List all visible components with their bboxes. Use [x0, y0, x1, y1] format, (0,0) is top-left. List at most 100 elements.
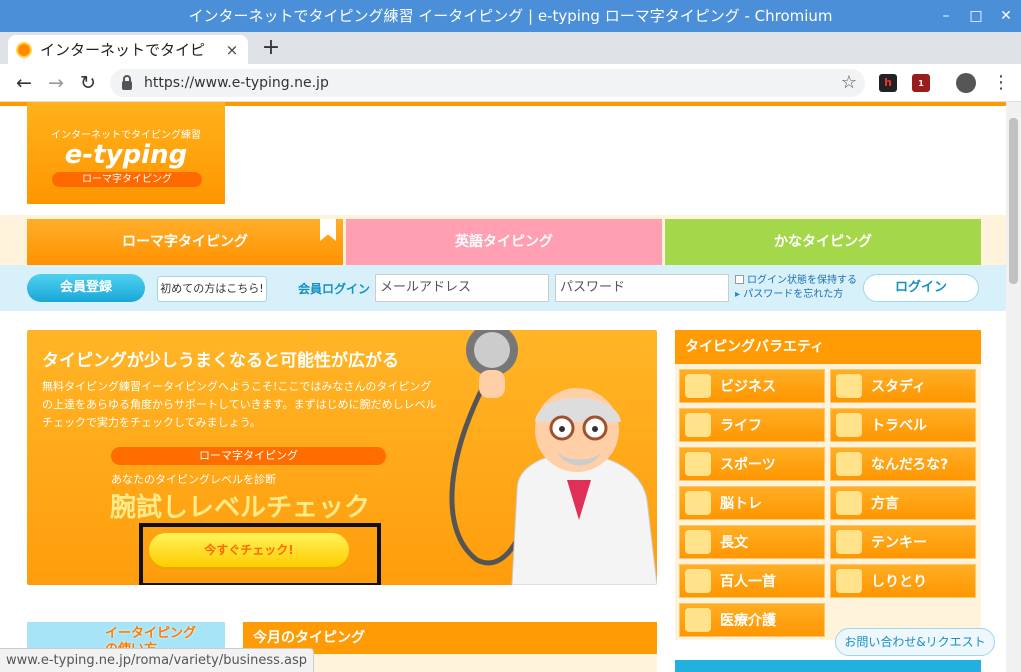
heart-icon [685, 413, 711, 437]
howto-line1: イータイピング [105, 626, 197, 641]
arrow-icon: ▸ [735, 289, 744, 300]
first-time-link[interactable]: 初めての方はこちら! [157, 276, 267, 302]
variety-item-shiritori[interactable]: しりとり [830, 564, 976, 598]
hero-check-title: 腕試しレベルチェック [110, 493, 371, 523]
lock-icon [122, 74, 132, 90]
favicon-icon [16, 41, 32, 58]
address-bar[interactable]: https://www.e-typing.ne.jp ☆ [110, 69, 865, 97]
keep-login-label: ログイン状態を保持する [747, 275, 857, 286]
new-tab-button[interactable]: + [258, 35, 284, 61]
tab-strip: インターネットでタイピ × + [0, 32, 1021, 64]
checkbox-icon [735, 275, 744, 284]
tab-english[interactable]: 英語タイピング [346, 219, 662, 265]
variety-item-long-text[interactable]: 長文 [679, 525, 825, 559]
doctor-illustration [449, 330, 657, 585]
close-window-icon[interactable]: ✕ [991, 0, 1021, 32]
back-button[interactable]: ← [10, 69, 38, 97]
account-icon[interactable] [956, 73, 976, 93]
logo-badge: ローマ字タイピング [52, 172, 202, 187]
variety-item-medical[interactable]: 医療介護 [679, 603, 825, 637]
web-page: インターネットでタイピング練習 e-typing ローマ字タイピング ローマ字タ… [0, 102, 1006, 672]
variety-item-label: なんだろな? [871, 457, 949, 473]
site-logo[interactable]: インターネットでタイピング練習 e-typing ローマ字タイピング [27, 102, 225, 204]
logo-subtitle: インターネットでタイピング練習 [51, 130, 201, 141]
tab-kana[interactable]: かなタイピング [665, 219, 981, 265]
japan-map-icon [836, 491, 862, 515]
window-title-bar: インターネットでタイピング練習 イータイピング | e-typing ローマ字タ… [0, 0, 1021, 32]
variety-title: タイピングバラエティ [675, 330, 981, 364]
airplane-icon [836, 413, 862, 437]
variety-item-business[interactable]: ビジネス [679, 369, 825, 403]
variety-item-label: 方言 [871, 496, 899, 512]
variety-item-label: 医療介護 [720, 613, 776, 629]
forward-button[interactable]: → [42, 69, 70, 97]
ublock-icon[interactable]: 1 [912, 74, 930, 92]
variety-item-brain[interactable]: 脳トレ [679, 486, 825, 520]
variety-item-label: スタディ [871, 379, 927, 395]
syringe-icon [685, 608, 711, 632]
register-button[interactable]: 会員登録 [27, 274, 145, 302]
variety-item-label: 百人一首 [720, 574, 776, 590]
variety-item-label: テンキー [871, 535, 927, 551]
menu-icon[interactable]: ⋮ [992, 69, 1010, 97]
forgot-password-label: パスワードを忘れた方 [743, 289, 844, 300]
variety-item-nandarona[interactable]: なんだろな? [830, 447, 976, 481]
typing-variety-panel: タイピングバラエティ ビジネス スタディ ライフ トラベル スポーツ なんだろな… [675, 330, 981, 640]
bookmark-star-icon[interactable]: ☆ [841, 69, 857, 97]
numbers-icon [836, 530, 862, 554]
email-field[interactable]: メールアドレス [375, 274, 549, 302]
window-title: インターネットでタイピング練習 イータイピング | e-typing ローマ字タ… [188, 7, 833, 25]
contact-request-button[interactable]: お問い合わせ&リクエスト [835, 628, 995, 656]
variety-item-tenkey[interactable]: テンキー [830, 525, 976, 559]
reload-button[interactable]: ↻ [74, 69, 102, 97]
card-icon [685, 569, 711, 593]
variety-item-label: スポーツ [720, 457, 776, 473]
browser-toolbar: ← → ↻ https://www.e-typing.ne.jp ☆ h 1 ⋮ [0, 64, 1021, 102]
tab-close-icon[interactable]: × [224, 41, 240, 59]
keep-login: ログイン状態を保持する ▸ パスワードを忘れた方 [735, 274, 857, 302]
check-now-button[interactable]: 今すぐチェック! [149, 533, 349, 567]
chain-icon [836, 569, 862, 593]
extension-badge: 1 [918, 79, 924, 88]
question-icon [836, 452, 862, 476]
variety-item-travel[interactable]: トラベル [830, 408, 976, 442]
logo-wordmark: e-typing [64, 140, 188, 170]
status-bar-url: www.e-typing.ne.jp/roma/variety/business… [0, 648, 315, 672]
variety-item-hyakunin[interactable]: 百人一首 [679, 564, 825, 598]
maximize-icon[interactable]: □ [961, 0, 991, 32]
tab-title: インターネットでタイピ [40, 41, 206, 59]
hero-title: タイピングが少しうまくなると可能性が広がる [42, 351, 399, 371]
hero-description: 無料タイピング練習イータイピングへようこそ!ここではみなさんのタイピングの上達を… [42, 380, 437, 429]
forgot-password-link[interactable]: ▸ パスワードを忘れた方 [735, 288, 857, 302]
right-panel-header [675, 660, 981, 672]
minimize-icon[interactable]: – [931, 0, 961, 32]
variety-item-label: 長文 [720, 535, 748, 551]
hero-pill: ローマ字タイピング [111, 447, 386, 465]
variety-item-label: 脳トレ [720, 496, 762, 512]
password-field[interactable]: パスワード [555, 274, 729, 302]
briefcase-icon [685, 374, 711, 398]
login-button[interactable]: ログイン [863, 274, 979, 302]
document-icon [685, 530, 711, 554]
keep-login-checkbox[interactable]: ログイン状態を保持する [735, 274, 857, 288]
hero-level-text: あなたのタイピングレベルを診断 [111, 473, 276, 486]
pencil-icon [836, 374, 862, 398]
variety-item-life[interactable]: ライフ [679, 408, 825, 442]
scroll-thumb[interactable] [1009, 118, 1018, 284]
page-scrollbar[interactable] [1006, 102, 1021, 672]
variety-item-label: トラベル [871, 418, 927, 434]
variety-item-dialect[interactable]: 方言 [830, 486, 976, 520]
variety-item-label: ライフ [720, 418, 762, 434]
member-login-label: 会員ログイン [298, 282, 371, 296]
url-text: https://www.e-typing.ne.jp [144, 75, 329, 91]
variety-item-sports[interactable]: スポーツ [679, 447, 825, 481]
variety-item-label: しりとり [871, 574, 927, 590]
ball-icon [685, 452, 711, 476]
extension-h-icon[interactable]: h [879, 74, 897, 92]
variety-item-study[interactable]: スタディ [830, 369, 976, 403]
hero-banner[interactable]: タイピングが少しうまくなると可能性が広がる 無料タイピング練習イータイピングへよ… [27, 330, 657, 585]
variety-item-label: ビジネス [720, 379, 776, 395]
brain-icon [685, 491, 711, 515]
browser-tab[interactable]: インターネットでタイピ × [8, 35, 248, 64]
tab-roma[interactable]: ローマ字タイピング [27, 219, 343, 265]
